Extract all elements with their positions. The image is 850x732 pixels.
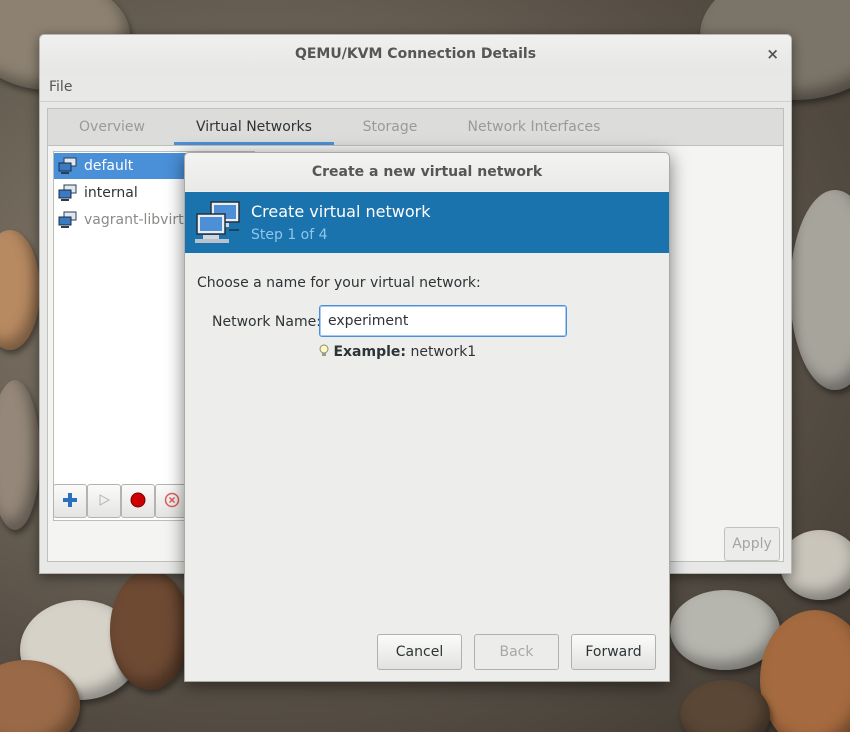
- play-icon: [99, 494, 111, 506]
- plus-icon: [63, 493, 77, 507]
- add-network-button[interactable]: [53, 484, 87, 518]
- pebble: [0, 230, 40, 350]
- apply-button[interactable]: Apply: [724, 527, 780, 561]
- example-hint: Example: network1: [319, 344, 476, 360]
- dialog-header-banner: Create virtual network Step 1 of 4: [185, 192, 669, 253]
- create-network-dialog: Create a new virtual network Create virt…: [184, 152, 670, 682]
- network-name: default: [84, 158, 134, 174]
- dialog-step-indicator: Step 1 of 4: [251, 227, 328, 243]
- tab-bar: Overview Virtual Networks Storage Networ…: [48, 109, 783, 146]
- network-name-label: Network Name:: [212, 314, 321, 330]
- network-wizard-icon: [195, 201, 240, 243]
- forward-button[interactable]: Forward: [571, 634, 656, 670]
- pebble: [110, 570, 190, 690]
- pebble: [680, 680, 770, 732]
- delete-circle-icon: [164, 492, 180, 508]
- menu-file[interactable]: File: [49, 79, 72, 95]
- network-name-input[interactable]: [319, 305, 567, 337]
- pebble: [0, 380, 40, 530]
- window-title: QEMU/KVM Connection Details: [294, 46, 537, 62]
- network-name: vagrant-libvirt: [84, 212, 184, 228]
- network-icon: [58, 184, 77, 201]
- tab-virtual-networks[interactable]: Virtual Networks: [174, 109, 334, 145]
- dialog-prompt: Choose a name for your virtual network:: [197, 275, 481, 291]
- menubar: File: [40, 73, 791, 102]
- network-name: internal: [84, 185, 138, 201]
- tab-overview[interactable]: Overview: [56, 109, 168, 145]
- stop-record-icon: [130, 492, 146, 508]
- lightbulb-icon: [319, 344, 329, 356]
- network-icon: [58, 211, 77, 228]
- tab-storage[interactable]: Storage: [348, 109, 432, 145]
- tab-network-interfaces[interactable]: Network Interfaces: [452, 109, 616, 145]
- back-button[interactable]: Back: [474, 634, 559, 670]
- pebble: [790, 190, 850, 390]
- dialog-header-title: Create virtual network: [251, 202, 431, 221]
- example-label: Example:: [333, 344, 406, 360]
- network-icon: [58, 157, 77, 174]
- start-network-button[interactable]: [87, 484, 121, 518]
- dialog-titlebar[interactable]: Create a new virtual network: [185, 153, 669, 191]
- close-icon[interactable]: ×: [766, 35, 779, 73]
- example-value: network1: [410, 344, 477, 360]
- stop-network-button[interactable]: [121, 484, 155, 518]
- cancel-button[interactable]: Cancel: [377, 634, 462, 670]
- window-titlebar[interactable]: QEMU/KVM Connection Details ×: [40, 35, 791, 73]
